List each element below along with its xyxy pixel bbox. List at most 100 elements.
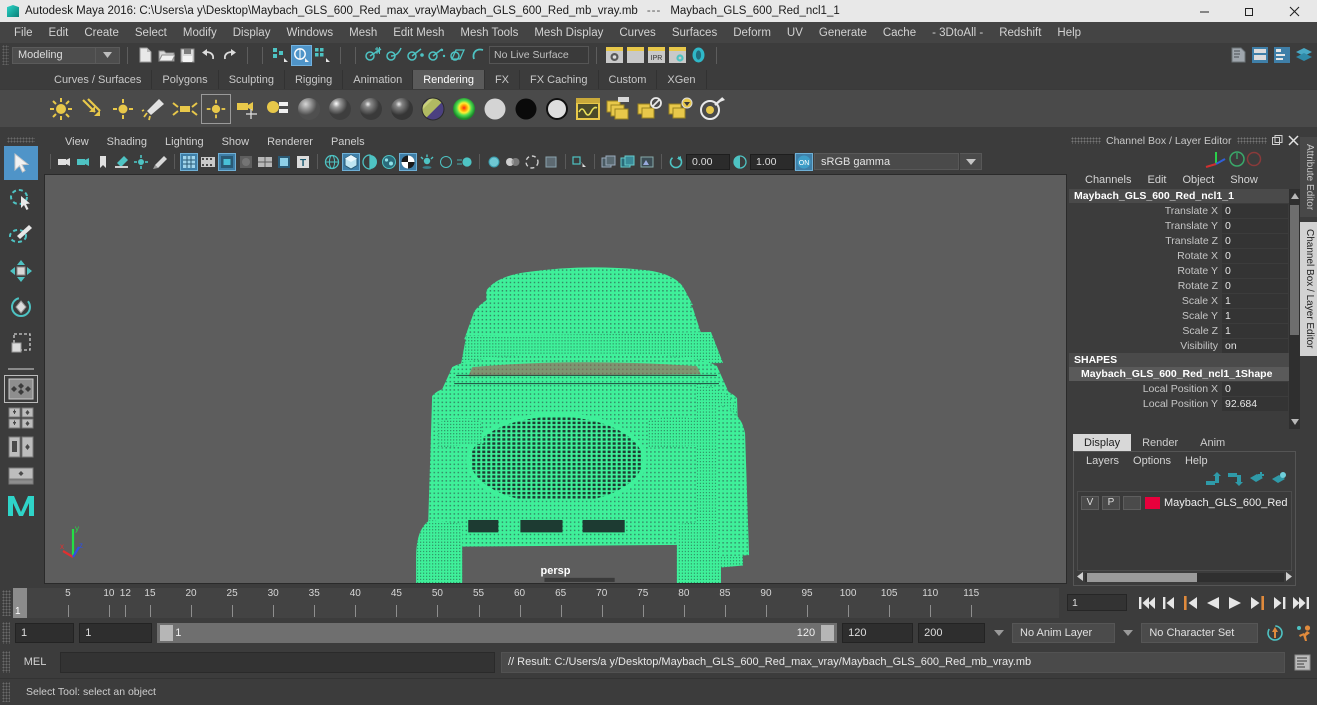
paint-select-tool-button[interactable] (4, 218, 38, 252)
move-tool-button[interactable] (4, 254, 38, 288)
2d-pan-zoom-icon[interactable] (132, 153, 150, 171)
shelf-tab-polygons[interactable]: Polygons (152, 70, 219, 89)
safe-action-icon[interactable] (275, 153, 293, 171)
channel-value[interactable]: on (1222, 338, 1288, 353)
layer-color-swatch[interactable] (1144, 495, 1161, 510)
motion-blur-icon[interactable] (456, 153, 474, 171)
gamma-icon[interactable] (731, 153, 749, 171)
layer-display-type-toggle[interactable] (1123, 495, 1141, 510)
menu-mesh[interactable]: Mesh (341, 25, 385, 41)
chevron-down-icon[interactable] (96, 46, 120, 64)
phong-e-material-icon[interactable] (387, 94, 417, 124)
play-forwards-icon[interactable] (1225, 593, 1245, 613)
new-layer-from-selected-icon[interactable] (1272, 471, 1287, 489)
scale-tool-button[interactable] (4, 326, 38, 360)
channelbox-menu-edit[interactable]: Edit (1139, 173, 1174, 187)
tab-render-layers[interactable]: Render (1131, 434, 1189, 451)
anim-layer-selector[interactable]: No Anim Layer (1012, 622, 1115, 643)
tab-display-layers[interactable]: Display (1073, 434, 1132, 451)
shelf-tab-rigging[interactable]: Rigging (284, 70, 344, 89)
layer-playback-toggle[interactable]: P (1102, 495, 1120, 510)
gate-mask-icon[interactable] (237, 153, 255, 171)
hscroll-track[interactable] (1085, 573, 1284, 582)
menu-cache[interactable]: Cache (875, 25, 924, 41)
menu-set-selector[interactable]: Modeling (12, 46, 96, 64)
channelbox-menu-show[interactable]: Show (1222, 173, 1266, 187)
xray-joints-icon[interactable] (571, 153, 589, 171)
menu-file[interactable]: File (6, 25, 41, 41)
use-background-icon[interactable] (542, 94, 572, 124)
lasso-select-tool-button[interactable] (4, 182, 38, 216)
layer-list[interactable]: V P Maybach_GLS_600_Red (1077, 491, 1292, 571)
layer-row[interactable]: V P Maybach_GLS_600_Red (1078, 494, 1291, 511)
auto-keyframe-icon[interactable] (1263, 623, 1287, 643)
new-layer-icon[interactable] (1250, 471, 1265, 489)
menu-mesh-display[interactable]: Mesh Display (526, 25, 611, 41)
channel-row[interactable]: Rotate X 0 (1069, 248, 1300, 263)
screen-space-ao-icon[interactable] (437, 153, 455, 171)
new-scene-icon[interactable] (135, 45, 156, 66)
toggle-layer-editor-icon[interactable] (1293, 45, 1314, 66)
copy-view-icon[interactable] (619, 153, 637, 171)
viewport-canvas[interactable]: y x z persp (44, 174, 1067, 584)
multisample-aa-icon[interactable] (485, 153, 503, 171)
select-by-object-icon[interactable] (291, 44, 312, 66)
phong-material-icon[interactable] (356, 94, 386, 124)
channel-value[interactable]: 1 (1222, 323, 1288, 338)
toggle-tool-settings-icon[interactable] (1249, 45, 1270, 66)
help-menu[interactable]: Help (1178, 454, 1215, 468)
show-batch-render-icon[interactable] (666, 94, 696, 124)
command-input[interactable] (60, 651, 495, 673)
animation-start-time-field[interactable]: 1 (15, 622, 75, 643)
field-chart-icon[interactable] (256, 153, 274, 171)
step-back-frame-icon[interactable] (1181, 593, 1201, 613)
channel-row[interactable]: Scale X 1 (1069, 293, 1300, 308)
gamma-value-field[interactable]: 1.00 (750, 153, 794, 170)
live-surface-field[interactable]: No Live Surface (489, 46, 589, 64)
vtab-attribute-editor[interactable]: Attribute Editor (1300, 137, 1317, 218)
character-set-selector[interactable]: No Character Set (1141, 622, 1258, 643)
timeline-track[interactable]: 1 5 10 15 20 25 30 35 40 45 50 55 60 65 70 75 80 85 90 95 1… (13, 587, 1059, 618)
viewport-menu-lighting[interactable]: Lighting (156, 135, 213, 149)
persp-outliner-layout-button[interactable] (5, 434, 37, 460)
snap-to-view-plane-icon[interactable] (447, 45, 468, 66)
timeline-grip[interactable] (2, 589, 11, 616)
channel-row[interactable]: Local Position X 0 (1069, 381, 1300, 396)
lock-camera-icon[interactable] (75, 153, 93, 171)
select-tool-button[interactable] (4, 146, 38, 180)
camera-icon[interactable] (232, 94, 262, 124)
isolate-select-icon[interactable] (523, 153, 541, 171)
channel-value[interactable]: 1 (1222, 293, 1288, 308)
move-layer-up-icon[interactable] (1206, 471, 1221, 489)
shelf-tab-fx-caching[interactable]: FX Caching (520, 70, 599, 89)
wireframe-icon[interactable] (323, 153, 341, 171)
menu-edit[interactable]: Edit (41, 25, 77, 41)
snap-to-grid-icon[interactable] (363, 45, 384, 66)
channel-row[interactable]: Translate Z 0 (1069, 233, 1300, 248)
channel-value[interactable]: 1 (1222, 308, 1288, 323)
channel-value[interactable]: 0 (1222, 203, 1288, 218)
safe-title-icon[interactable]: T (294, 153, 312, 171)
shadows-icon[interactable] (418, 153, 436, 171)
viewport-menu-panels[interactable]: Panels (322, 135, 374, 149)
render-current-frame-icon[interactable] (697, 94, 727, 124)
layer-list-hscrollbar[interactable] (1077, 571, 1292, 583)
shelf-tab-custom[interactable]: Custom (598, 70, 658, 89)
manipulator-axis-icon[interactable] (1196, 148, 1266, 170)
panel-grip-right[interactable] (1236, 137, 1267, 144)
toggle-channel-box-icon[interactable] (1271, 45, 1292, 66)
range-slider-grip[interactable] (2, 621, 10, 644)
menu-select[interactable]: Select (127, 25, 175, 41)
viewport-menu-shading[interactable]: Shading (98, 135, 156, 149)
redo-icon[interactable] (219, 45, 240, 66)
channel-row[interactable]: Translate X 0 (1069, 203, 1300, 218)
channel-value[interactable]: 0 (1222, 248, 1288, 263)
exposure-icon[interactable] (667, 153, 685, 171)
surface-shader-icon[interactable] (511, 94, 541, 124)
channel-row[interactable]: Local Position Y 92.684 (1069, 396, 1300, 411)
channel-value[interactable]: 0 (1222, 278, 1288, 293)
toolbox-grip[interactable] (7, 137, 35, 143)
options-menu[interactable]: Options (1126, 454, 1178, 468)
hscroll-thumb[interactable] (1087, 573, 1197, 582)
render-frame-icon[interactable] (625, 45, 646, 66)
